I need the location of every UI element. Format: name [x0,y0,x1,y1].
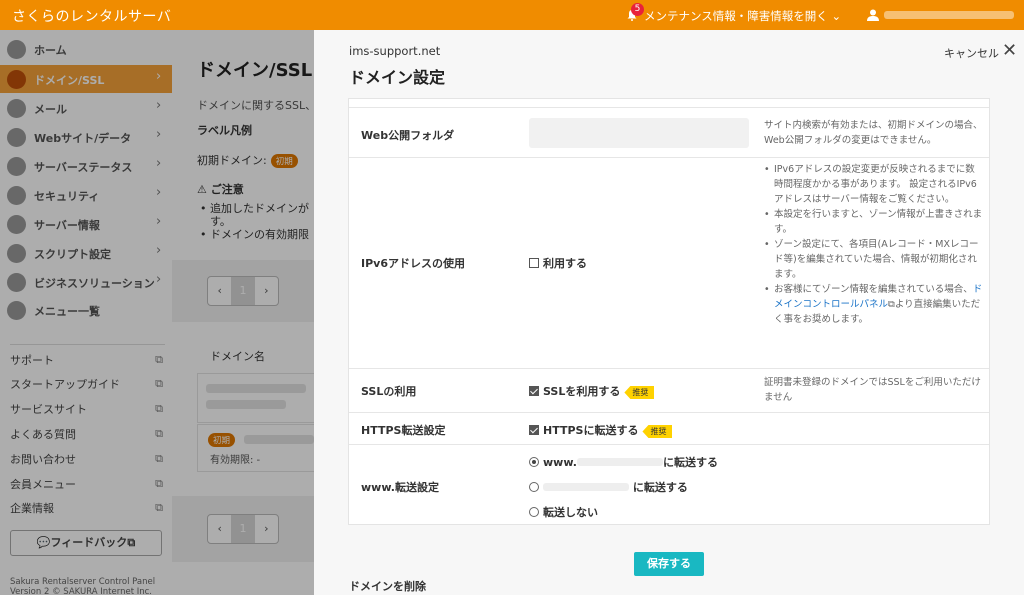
www-option-1[interactable]: www. に転送する [529,454,718,470]
ssl-note: 証明書未登録のドメインではSSLをご利用いただけません [764,377,981,403]
www-option-suffix: に転送する [632,481,688,494]
modal-overlay[interactable] [0,30,314,595]
web-folder-note: サイト内検索が有効または、初期ドメインの場合、Web公開フォルダの変更はできませ… [764,120,983,146]
www-option-prefix: www. [543,456,577,469]
cancel-link[interactable]: キャンセル [944,45,999,61]
chevron-down-icon: ⌄ [831,9,842,23]
web-folder-label: Web公開フォルダ [361,129,455,142]
notification-badge: 5 [631,3,644,16]
save-button[interactable]: 保存する [634,552,704,576]
panel-title: ドメイン設定 [349,68,446,87]
recommended-badge: 推奨 [642,425,673,438]
www-label: www.転送設定 [361,481,439,494]
ssl-label: SSLの利用 [361,385,417,398]
maintenance-link[interactable]: メンテナンス情報・障害情報を開く ⌄ [644,8,841,24]
redacted-domain [576,458,663,466]
row-web-folder: Web公開フォルダ サイト内検索が有効または、初期ドメインの場合、Web公開フォ… [349,107,989,157]
row-www: www.転送設定 www. に転送する に転送する 転送しない [349,444,989,524]
checkbox[interactable] [529,258,539,268]
ipv6-checkbox-label: 利用する [543,257,587,270]
row-ipv6: IPv6アドレスの使用 利用する IPv6アドレスの設定変更が反映されるまでに数… [349,157,989,368]
ipv6-notes: IPv6アドレスの設定変更が反映されるまでに数時間程度かかる事があります。 設定… [764,162,984,327]
row-ssl: SSLの利用 SSLを利用する 推奨 証明書未登録のドメインではSSLをご利用いた… [349,368,989,412]
www-option-2[interactable]: に転送する [529,479,688,495]
ipv6-checkbox[interactable]: 利用する [529,255,587,271]
close-icon[interactable]: ✕ [1002,40,1017,61]
www-option-3[interactable]: 転送しない [529,504,598,520]
ipv6-note: 本設定を行いますと、ゾーン情報が上書きされます。 [764,207,984,237]
external-link-icon: ⧉ [888,299,895,310]
domain-settings-panel: ims-support.net ドメイン設定 キャンセル ✕ Web公開フォルダ… [314,30,1024,595]
ipv6-note-text: お客様にてゾーン情報を編集されている場合、 [774,284,973,295]
user-name-redacted[interactable] [884,11,1014,19]
delete-domain-heading: ドメインを削除 [349,580,426,593]
web-folder-input-redacted [529,118,749,148]
ipv6-note: ゾーン設定にて、各項目(Aレコード・MXレコード等)を編集されていた場合、情報が… [764,237,984,282]
checkbox-checked[interactable] [529,425,539,435]
user-icon[interactable] [866,8,880,22]
ssl-checkbox[interactable]: SSLを利用する 推奨 [529,383,655,399]
https-checkbox-label: HTTPSに転送する [543,424,639,437]
recommended-badge: 推奨 [624,386,655,399]
maintenance-label: メンテナンス情報・障害情報を開く [644,9,828,23]
ipv6-note: IPv6アドレスの設定変更が反映されるまでに数時間程度かかる事があります。 設定… [764,162,984,207]
settings-form: Web公開フォルダ サイト内検索が有効または、初期ドメインの場合、Web公開フォ… [348,98,990,525]
redacted-domain [543,483,629,491]
www-option-label: 転送しない [543,506,598,519]
www-option-suffix: に転送する [662,456,718,469]
row-https: HTTPS転送設定 HTTPSに転送する 推奨 [349,412,989,444]
top-bar: さくらのレンタルサーバ 5 メンテナンス情報・障害情報を開く ⌄ [0,0,1024,30]
checkbox-checked[interactable] [529,386,539,396]
radio[interactable] [529,507,539,517]
radio-selected[interactable] [529,457,539,467]
https-checkbox[interactable]: HTTPSに転送する 推奨 [529,422,673,438]
ipv6-label: IPv6アドレスの使用 [361,257,465,270]
brand-logo[interactable]: さくらのレンタルサーバ [12,6,171,26]
ssl-checkbox-label: SSLを利用する [543,385,621,398]
https-label: HTTPS転送設定 [361,424,446,437]
radio[interactable] [529,482,539,492]
panel-domain: ims-support.net [349,44,441,58]
ipv6-note: お客様にてゾーン情報を編集されている場合、ドメインコントロールパネル⧉より直接編… [764,282,984,327]
